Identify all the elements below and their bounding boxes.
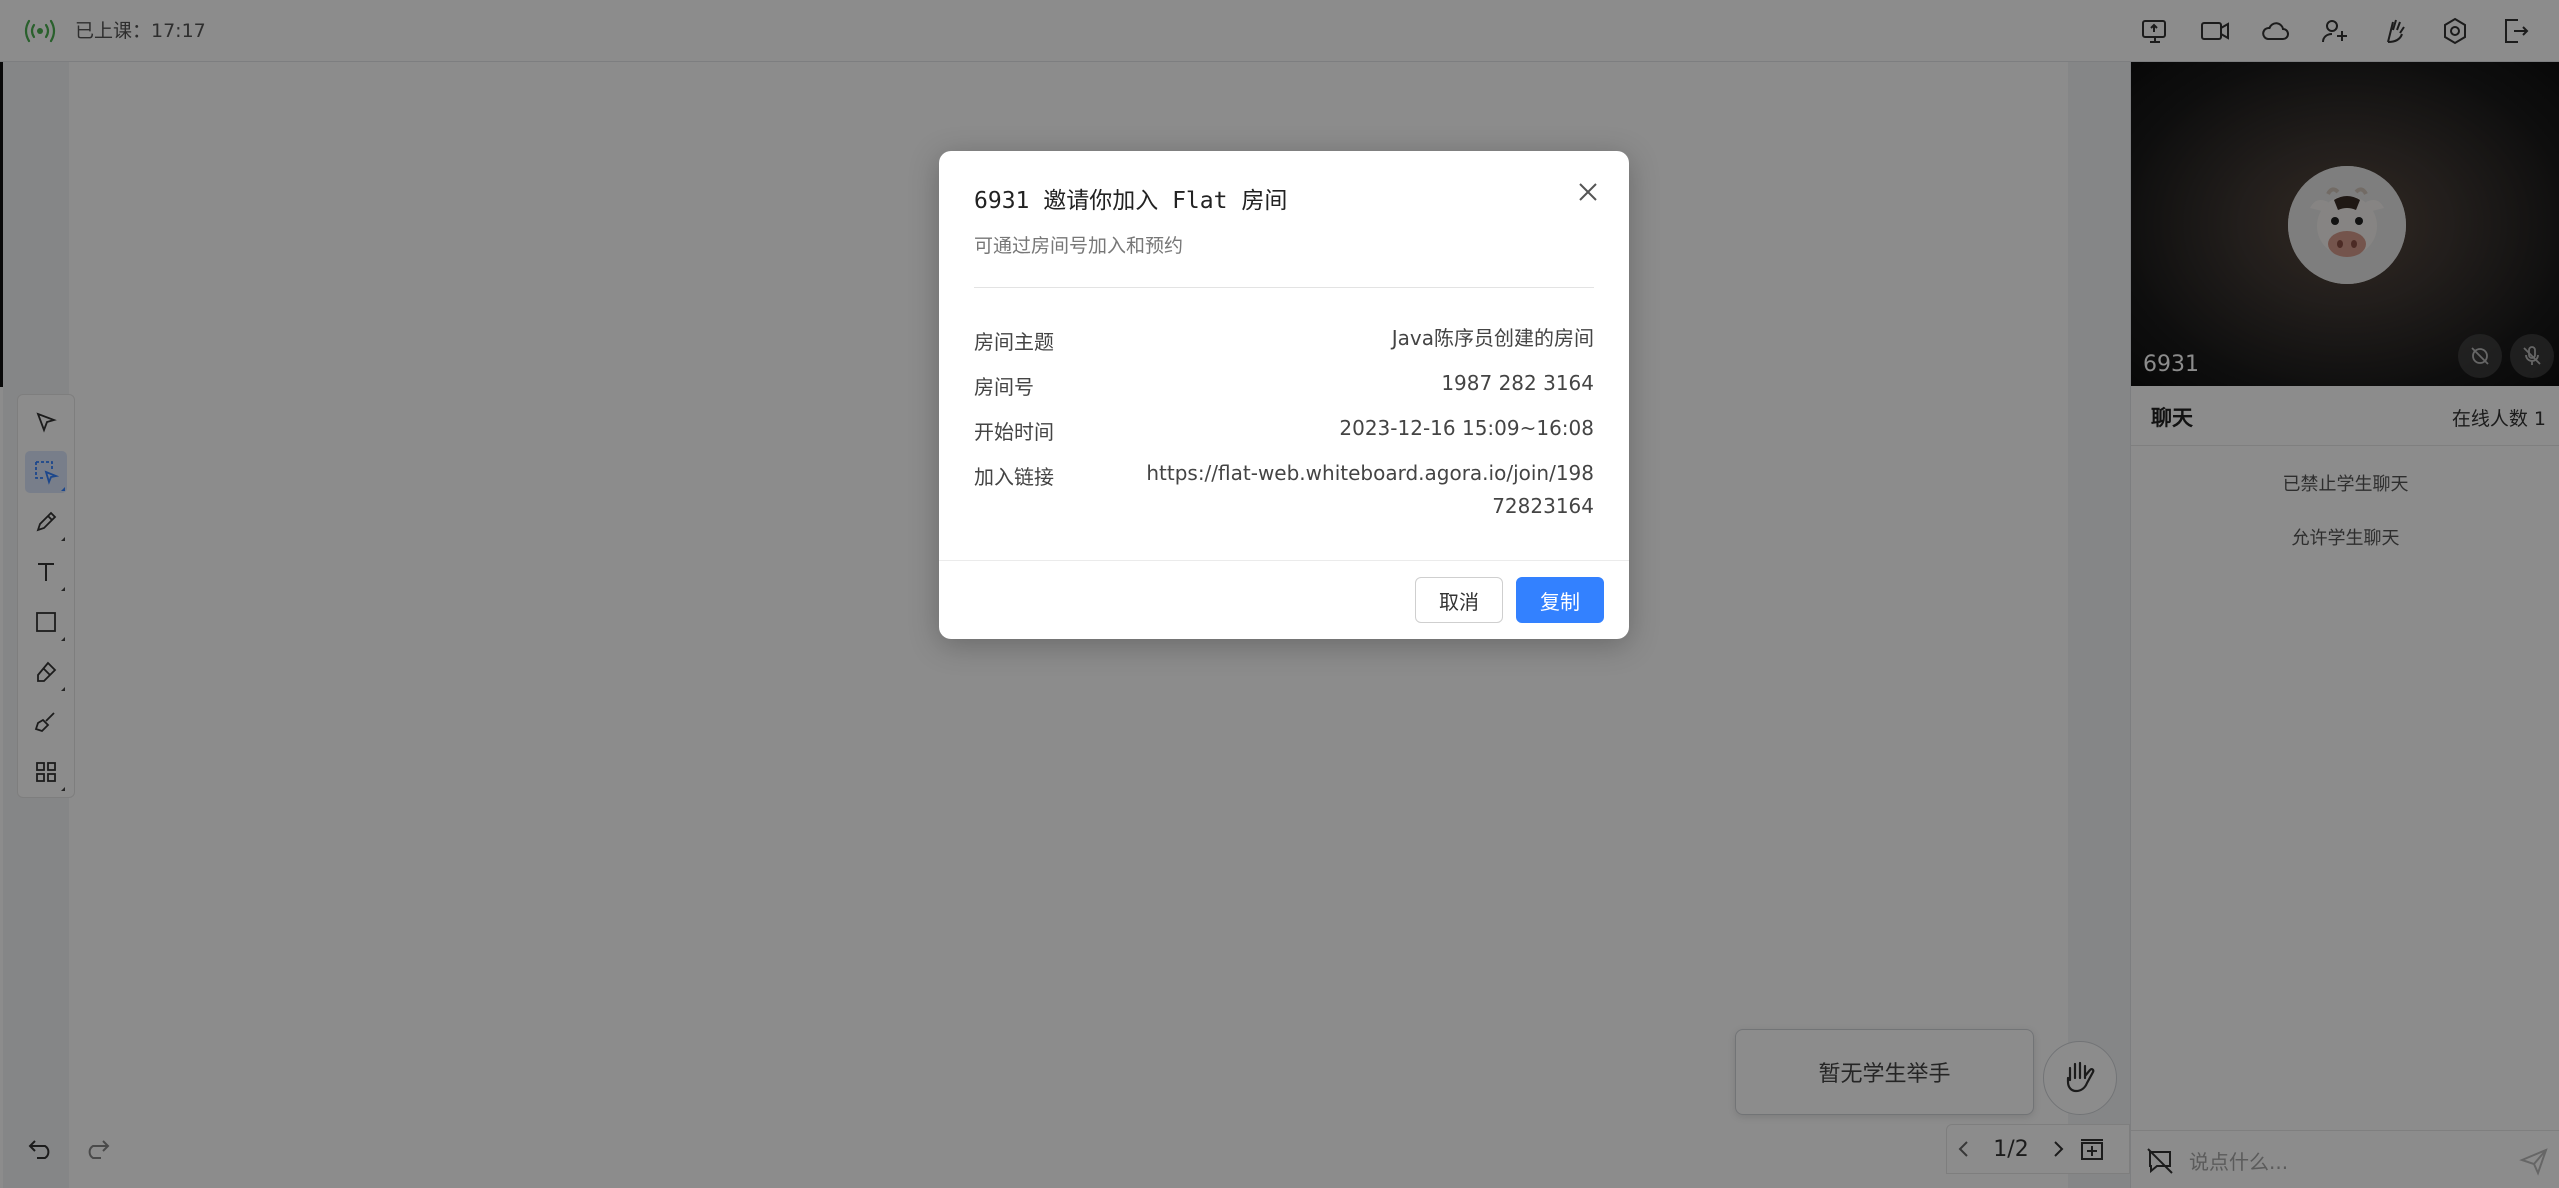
dialog-subtitle: 可通过房间号加入和预约: [974, 235, 1184, 257]
close-icon[interactable]: [1573, 177, 1603, 207]
row-label: 房间主题: [974, 330, 1054, 354]
dialog-title: 6931 邀请你加入 Flat 房间: [974, 188, 1288, 214]
row-label: 开始时间: [974, 420, 1054, 444]
row-value: 1987 282 3164: [1441, 371, 1594, 395]
copy-button[interactable]: 复制: [1516, 577, 1604, 623]
row-value: Java陈序员创建的房间: [1391, 326, 1594, 350]
invite-dialog: 6931 邀请你加入 Flat 房间 可通过房间号加入和预约 房间主题 Java…: [939, 151, 1629, 639]
row-value: 2023-12-16 15:09~16:08: [1339, 416, 1594, 440]
row-label: 房间号: [974, 375, 1034, 399]
cancel-button[interactable]: 取消: [1415, 577, 1503, 623]
row-label: 加入链接: [974, 465, 1054, 489]
join-link[interactable]: https://flat-web.whiteboard.agora.io/joi…: [1134, 457, 1594, 523]
dialog-divider: [974, 287, 1594, 288]
footer-divider: [939, 560, 1629, 561]
